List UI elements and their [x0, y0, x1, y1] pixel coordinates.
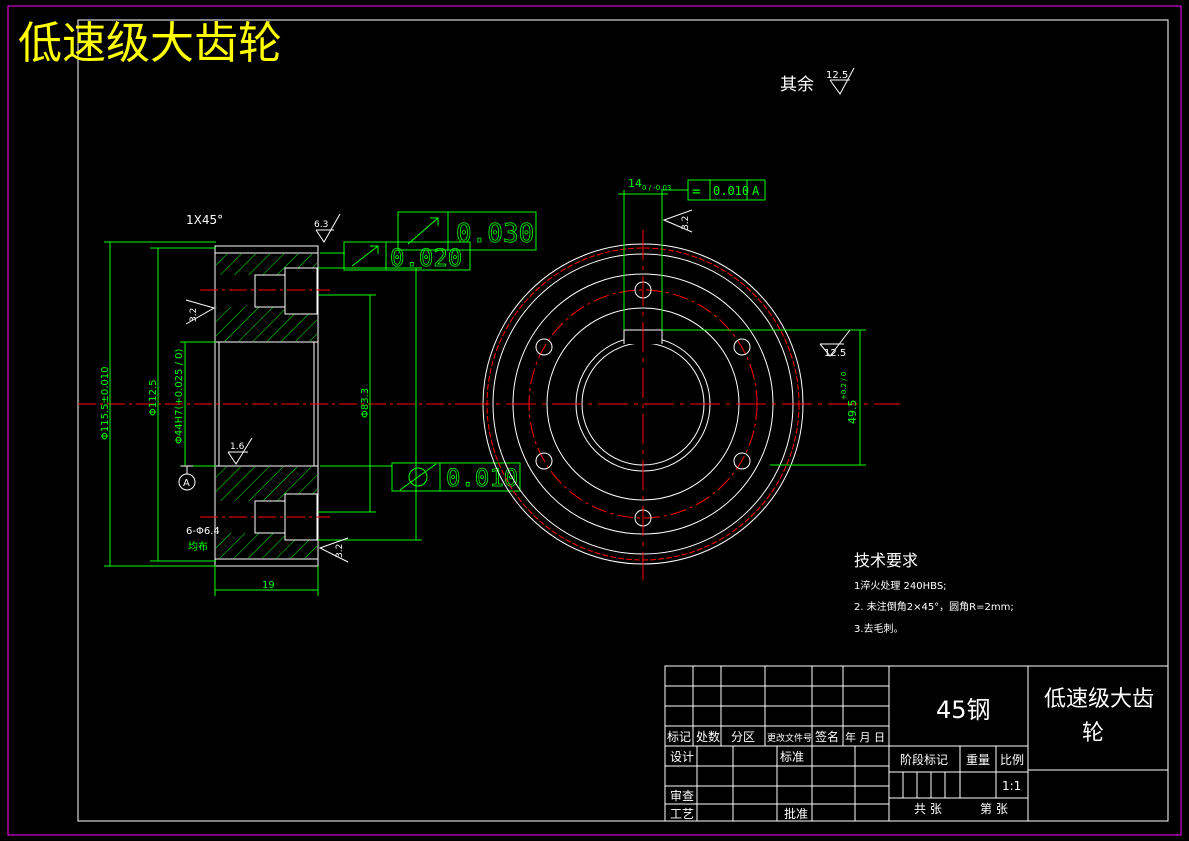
material: 45钢 — [936, 696, 991, 724]
tech-req-line-1: 1淬火处理 240HBS; — [854, 579, 947, 592]
dim-width: 19 — [262, 580, 275, 591]
drawing-frame — [77, 19, 1169, 822]
tech-req-line-3: 3.去毛刺。 — [854, 623, 904, 635]
surface-remainder-label: 其余 — [780, 75, 814, 95]
runout-1-value: 0.030 — [456, 219, 534, 249]
keyway-dimensions — [618, 189, 866, 466]
roughness-side: 12.5 — [824, 348, 846, 359]
scale-value: 1:1 — [1002, 779, 1021, 793]
key-depth-tol: +0.2 / 0 — [840, 372, 848, 400]
dim-bore: Φ44H7(+0.025 / 0) — [174, 349, 185, 444]
dim-outer: Φ115.5±0.010 — [100, 366, 111, 440]
engineering-drawing: 低速级大齿轮 其余 12.5 0.030 0.020 0.010 1X45° 6… — [7, 5, 1182, 836]
symmetry-datum: A — [752, 184, 760, 198]
section-view — [78, 245, 475, 567]
stage-label: 阶段标记 — [900, 752, 948, 767]
header-zone: 分区 — [731, 730, 755, 744]
header-mark: 标记 — [667, 730, 691, 744]
tech-req-heading: 技术要求 — [854, 551, 918, 570]
datum-label: A — [183, 478, 190, 489]
drawing-title: 低速级大齿轮 — [18, 18, 282, 69]
weight-label: 重量 — [966, 753, 990, 767]
holes-label: 6-Φ6.4 — [186, 526, 220, 537]
part-name-line-2: 轮 — [1082, 721, 1104, 746]
keyway-width: 14 — [628, 177, 642, 190]
header-count: 处数 — [696, 729, 720, 744]
symmetry-value: 0.010 — [713, 184, 749, 198]
total-sheets: 共 张 — [914, 802, 942, 816]
part-name-line-1: 低速级大齿 — [1044, 687, 1154, 712]
symmetry-symbol: = — [692, 184, 700, 200]
sheet-number: 第 张 — [980, 802, 1008, 816]
chamfer-label: 1X45° — [186, 213, 223, 227]
dim-hub: Φ83.3 — [360, 388, 371, 418]
key-depth: 49.5 — [846, 400, 859, 425]
scale-label: 比例 — [1000, 753, 1024, 767]
dim-mid: Φ112.5 — [148, 380, 159, 417]
surface-remainder-value: 12.5 — [826, 70, 848, 81]
roughness-bore: 1.6 — [230, 442, 245, 452]
roughness-left: 3.2 — [189, 308, 199, 322]
design-label: 设计 — [670, 750, 694, 764]
header-sign: 签名 — [815, 729, 839, 744]
approve-label: 批准 — [784, 806, 808, 821]
roughness-key: 3.2 — [681, 216, 691, 230]
header-change-doc: 更改文件号 — [767, 732, 812, 744]
holes-note: 均布 — [188, 541, 208, 553]
front-view — [460, 230, 900, 580]
tech-req-line-2: 2. 未注倒角2×45°，圆角R=2mm; — [854, 600, 1014, 613]
header-date: 年 月 日 — [845, 730, 885, 744]
runout-2-value: 0.020 — [390, 244, 462, 272]
standard-label: 标准 — [780, 750, 804, 764]
keyway-tol: 0 / -0.03 — [642, 184, 671, 192]
process-label: 工艺 — [670, 807, 694, 821]
roughness-top: 6.3 — [314, 220, 328, 230]
roughness-bottom: 3.2 — [335, 544, 345, 558]
check-label: 审查 — [670, 788, 694, 803]
